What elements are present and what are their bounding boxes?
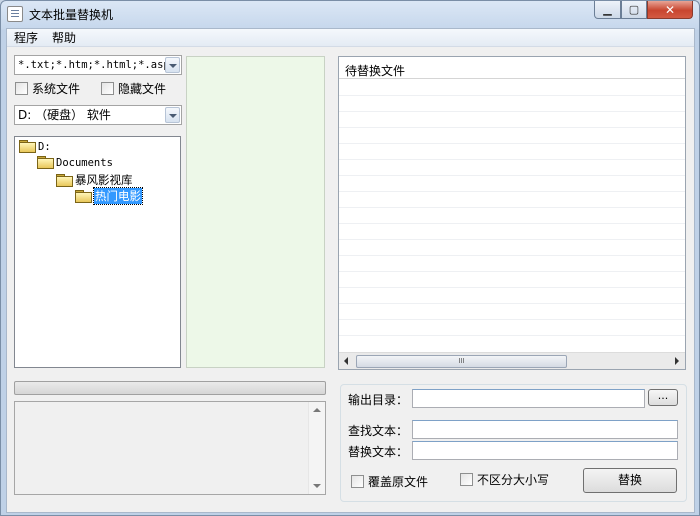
ignore-case-option[interactable]: 不区分大小写 bbox=[460, 471, 549, 488]
hidden-files-checkbox[interactable] bbox=[101, 82, 114, 95]
scroll-right-icon[interactable] bbox=[675, 357, 679, 365]
ignore-case-checkbox[interactable] bbox=[460, 473, 473, 486]
list-gridline bbox=[339, 287, 685, 288]
tree-item-label: 热门电影 bbox=[93, 187, 143, 205]
close-icon: ✕ bbox=[664, 2, 676, 17]
list-gridline bbox=[339, 271, 685, 272]
tree-item-label: Documents bbox=[56, 156, 113, 169]
maximize-icon: ▢ bbox=[628, 3, 640, 16]
list-gridline bbox=[339, 255, 685, 256]
chevron-down-icon[interactable] bbox=[165, 57, 180, 73]
system-files-checkbox[interactable] bbox=[15, 82, 28, 95]
ignore-case-label: 不区分大小写 bbox=[477, 473, 550, 487]
tree-item-video-library[interactable]: 暴风影视库 bbox=[56, 172, 133, 188]
folder-icon bbox=[19, 140, 36, 153]
pending-files-list[interactable]: 待替换文件 III bbox=[338, 56, 686, 370]
file-filter-combo[interactable]: *.txt;*.htm;*.html;*.asp bbox=[14, 55, 182, 75]
progress-bar bbox=[14, 381, 326, 395]
file-filter-value: *.txt;*.htm;*.html;*.asp bbox=[18, 59, 170, 71]
folder-tree[interactable]: D: Documents 暴风影视库 热门电影 bbox=[14, 136, 181, 368]
minimize-icon: ▁ bbox=[603, 3, 612, 16]
hidden-files-label: 隐藏文件 bbox=[118, 82, 167, 96]
list-gridline bbox=[339, 159, 685, 160]
list-gridline bbox=[339, 319, 685, 320]
list-gridline bbox=[339, 143, 685, 144]
browse-button[interactable]: ... bbox=[648, 389, 678, 406]
system-files-label: 系统文件 bbox=[32, 82, 81, 96]
scroll-thumb[interactable]: III bbox=[356, 355, 567, 368]
folder-open-icon bbox=[75, 189, 92, 203]
tree-item-label: 暴风影视库 bbox=[75, 173, 133, 187]
file-list[interactable] bbox=[186, 56, 325, 368]
window-title: 文本批量替换机 bbox=[29, 8, 114, 22]
scroll-up-icon[interactable] bbox=[313, 408, 321, 412]
overwrite-label: 覆盖原文件 bbox=[368, 475, 429, 489]
log-box[interactable] bbox=[14, 401, 326, 495]
title-bar[interactable]: 文本批量替换机 ▁ ▢ ✕ bbox=[1, 1, 699, 27]
menu-help[interactable]: 帮助 bbox=[45, 29, 83, 46]
list-gridline bbox=[339, 207, 685, 208]
output-dir-label: 输出目录： bbox=[348, 393, 409, 407]
system-files-option[interactable]: 系统文件 bbox=[15, 80, 80, 97]
list-gridline bbox=[339, 111, 685, 112]
tree-item-hot-movies[interactable]: 热门电影 bbox=[75, 187, 143, 205]
minimize-button[interactable]: ▁ bbox=[594, 1, 621, 19]
find-text-label: 查找文本： bbox=[348, 424, 409, 438]
list-gridline bbox=[339, 303, 685, 304]
output-dir-input[interactable] bbox=[412, 389, 645, 408]
list-gridline bbox=[339, 239, 685, 240]
tree-item-drive[interactable]: D: bbox=[19, 140, 51, 153]
scroll-down-icon[interactable] bbox=[313, 484, 321, 488]
drive-value: D: （硬盘） 软件 bbox=[18, 108, 111, 122]
notepad-icon bbox=[7, 6, 23, 22]
scroll-left-icon[interactable] bbox=[344, 357, 348, 365]
vertical-scrollbar[interactable] bbox=[308, 402, 325, 494]
tree-item-label: D: bbox=[38, 140, 51, 153]
drive-combo[interactable]: D: （硬盘） 软件 bbox=[14, 105, 182, 125]
folder-icon bbox=[56, 173, 73, 187]
menu-program[interactable]: 程序 bbox=[7, 29, 45, 46]
chevron-down-icon[interactable] bbox=[165, 107, 180, 123]
hidden-files-option[interactable]: 隐藏文件 bbox=[101, 80, 166, 97]
list-gridline bbox=[339, 127, 685, 128]
find-text-input[interactable] bbox=[412, 420, 678, 439]
list-gridline bbox=[339, 175, 685, 176]
menu-bar: 程序 帮助 bbox=[7, 29, 694, 47]
overwrite-checkbox[interactable] bbox=[351, 475, 364, 488]
horizontal-scrollbar[interactable]: III bbox=[339, 352, 685, 369]
overwrite-option[interactable]: 覆盖原文件 bbox=[351, 473, 428, 490]
list-gridline bbox=[339, 335, 685, 336]
maximize-button[interactable]: ▢ bbox=[621, 1, 647, 19]
pending-files-header[interactable]: 待替换文件 bbox=[339, 57, 685, 79]
list-gridline bbox=[339, 191, 685, 192]
list-gridline bbox=[339, 95, 685, 96]
client-area: 程序 帮助 *.txt;*.htm;*.html;*.asp 系统文件 隐藏文件… bbox=[6, 28, 695, 513]
replace-text-label: 替换文本： bbox=[348, 445, 409, 459]
folder-icon bbox=[37, 156, 54, 169]
app-window: 文本批量替换机 ▁ ▢ ✕ 程序 帮助 *.txt;*.htm;*.html;*… bbox=[0, 0, 700, 516]
close-button[interactable]: ✕ bbox=[647, 1, 693, 19]
replace-button[interactable]: 替换 bbox=[583, 468, 677, 493]
replace-text-input[interactable] bbox=[412, 441, 678, 460]
list-gridline bbox=[339, 223, 685, 224]
tree-item-documents[interactable]: Documents bbox=[37, 156, 113, 169]
